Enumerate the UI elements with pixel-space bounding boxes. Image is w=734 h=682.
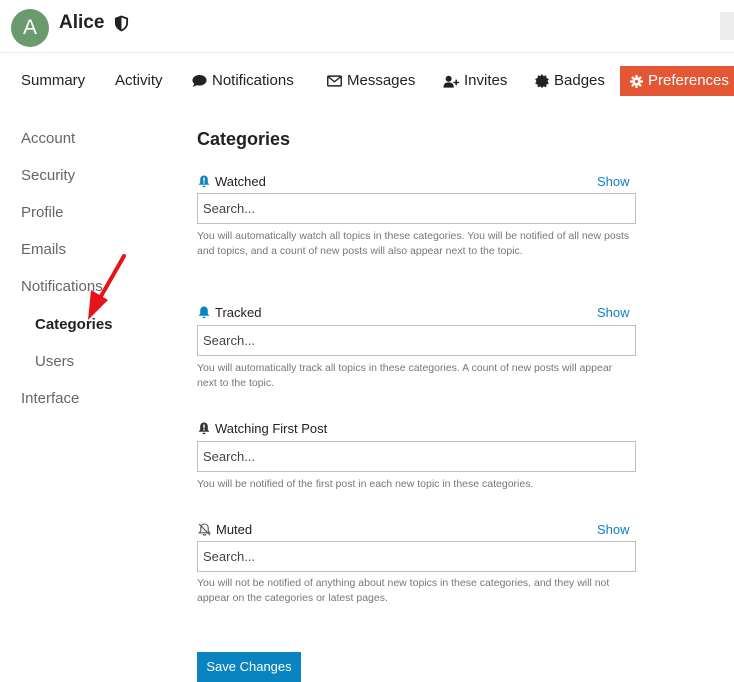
page-title: Categories xyxy=(197,129,291,149)
watched-label-text: Watched xyxy=(215,174,266,189)
muted-help-text: You will not be notified of anything abo… xyxy=(197,577,610,604)
avatar[interactable]: A xyxy=(11,9,49,47)
watched-search-input[interactable] xyxy=(197,193,636,224)
sidebar-item-notifications[interactable]: Notifications xyxy=(21,278,103,295)
tab-notifications-label: Notifications xyxy=(212,72,294,89)
tab-badges-label: Badges xyxy=(554,72,605,89)
header-button-partial[interactable] xyxy=(720,12,734,40)
tab-messages-label: Messages xyxy=(347,72,416,89)
sidebar-item-profile[interactable]: Profile xyxy=(21,204,64,221)
sidebar-item-categories[interactable]: Categories xyxy=(35,316,113,333)
watching-first-post-label: Watching First Post xyxy=(198,421,327,436)
muted-search-input[interactable] xyxy=(197,541,636,572)
comment-icon xyxy=(192,75,207,88)
tracked-help-text: You will automatically track all topics … xyxy=(197,362,613,389)
tab-preferences-label: Preferences xyxy=(648,72,729,89)
tab-summary[interactable]: Summary xyxy=(21,66,85,96)
tracked-label-text: Tracked xyxy=(215,305,262,320)
bell-slash-icon xyxy=(198,523,211,536)
muted-label: Muted xyxy=(198,522,252,537)
tracked-search-input[interactable] xyxy=(197,325,636,356)
bell-icon xyxy=(198,306,210,319)
tracked-show-link[interactable]: Show xyxy=(597,305,630,320)
save-changes-button[interactable]: Save Changes xyxy=(197,652,301,682)
envelope-icon xyxy=(327,75,342,87)
tab-preferences[interactable]: Preferences xyxy=(620,66,734,96)
watched-label: Watched xyxy=(198,174,266,189)
sidebar-item-account[interactable]: Account xyxy=(21,130,75,147)
sidebar-item-interface[interactable]: Interface xyxy=(21,390,79,407)
sidebar-item-users[interactable]: Users xyxy=(35,353,74,370)
shield-icon xyxy=(114,15,129,32)
user-header: A Alice xyxy=(0,0,734,53)
watching-first-post-label-text: Watching First Post xyxy=(215,421,328,436)
bell-exclamation-icon xyxy=(198,175,210,188)
tab-invites[interactable]: Invites xyxy=(443,66,507,96)
watching-first-post-search-input[interactable] xyxy=(197,441,636,472)
tab-badges[interactable]: Badges xyxy=(535,66,605,96)
bell-exclamation-icon xyxy=(198,422,210,435)
tab-notifications[interactable]: Notifications xyxy=(192,66,294,96)
sidebar-item-emails[interactable]: Emails xyxy=(21,241,66,258)
watched-show-link[interactable]: Show xyxy=(597,174,630,189)
watched-help-text: You will automatically watch all topics … xyxy=(197,230,630,257)
sidebar-item-security[interactable]: Security xyxy=(21,167,75,184)
user-nav: Summary Activity Notifications Messages … xyxy=(0,66,734,96)
watching-first-post-help-text: You will be notified of the first post i… xyxy=(197,478,534,490)
badge-icon xyxy=(535,74,549,89)
muted-show-link[interactable]: Show xyxy=(597,522,630,537)
username[interactable]: Alice xyxy=(59,12,104,34)
tab-invites-label: Invites xyxy=(464,72,508,89)
tab-activity[interactable]: Activity xyxy=(115,66,163,96)
muted-label-text: Muted xyxy=(216,522,253,537)
tracked-label: Tracked xyxy=(198,305,261,320)
gear-icon xyxy=(630,74,643,88)
tab-summary-label: Summary xyxy=(21,72,86,89)
user-plus-icon xyxy=(443,75,459,88)
tab-messages[interactable]: Messages xyxy=(327,66,415,96)
tab-activity-label: Activity xyxy=(115,72,163,89)
